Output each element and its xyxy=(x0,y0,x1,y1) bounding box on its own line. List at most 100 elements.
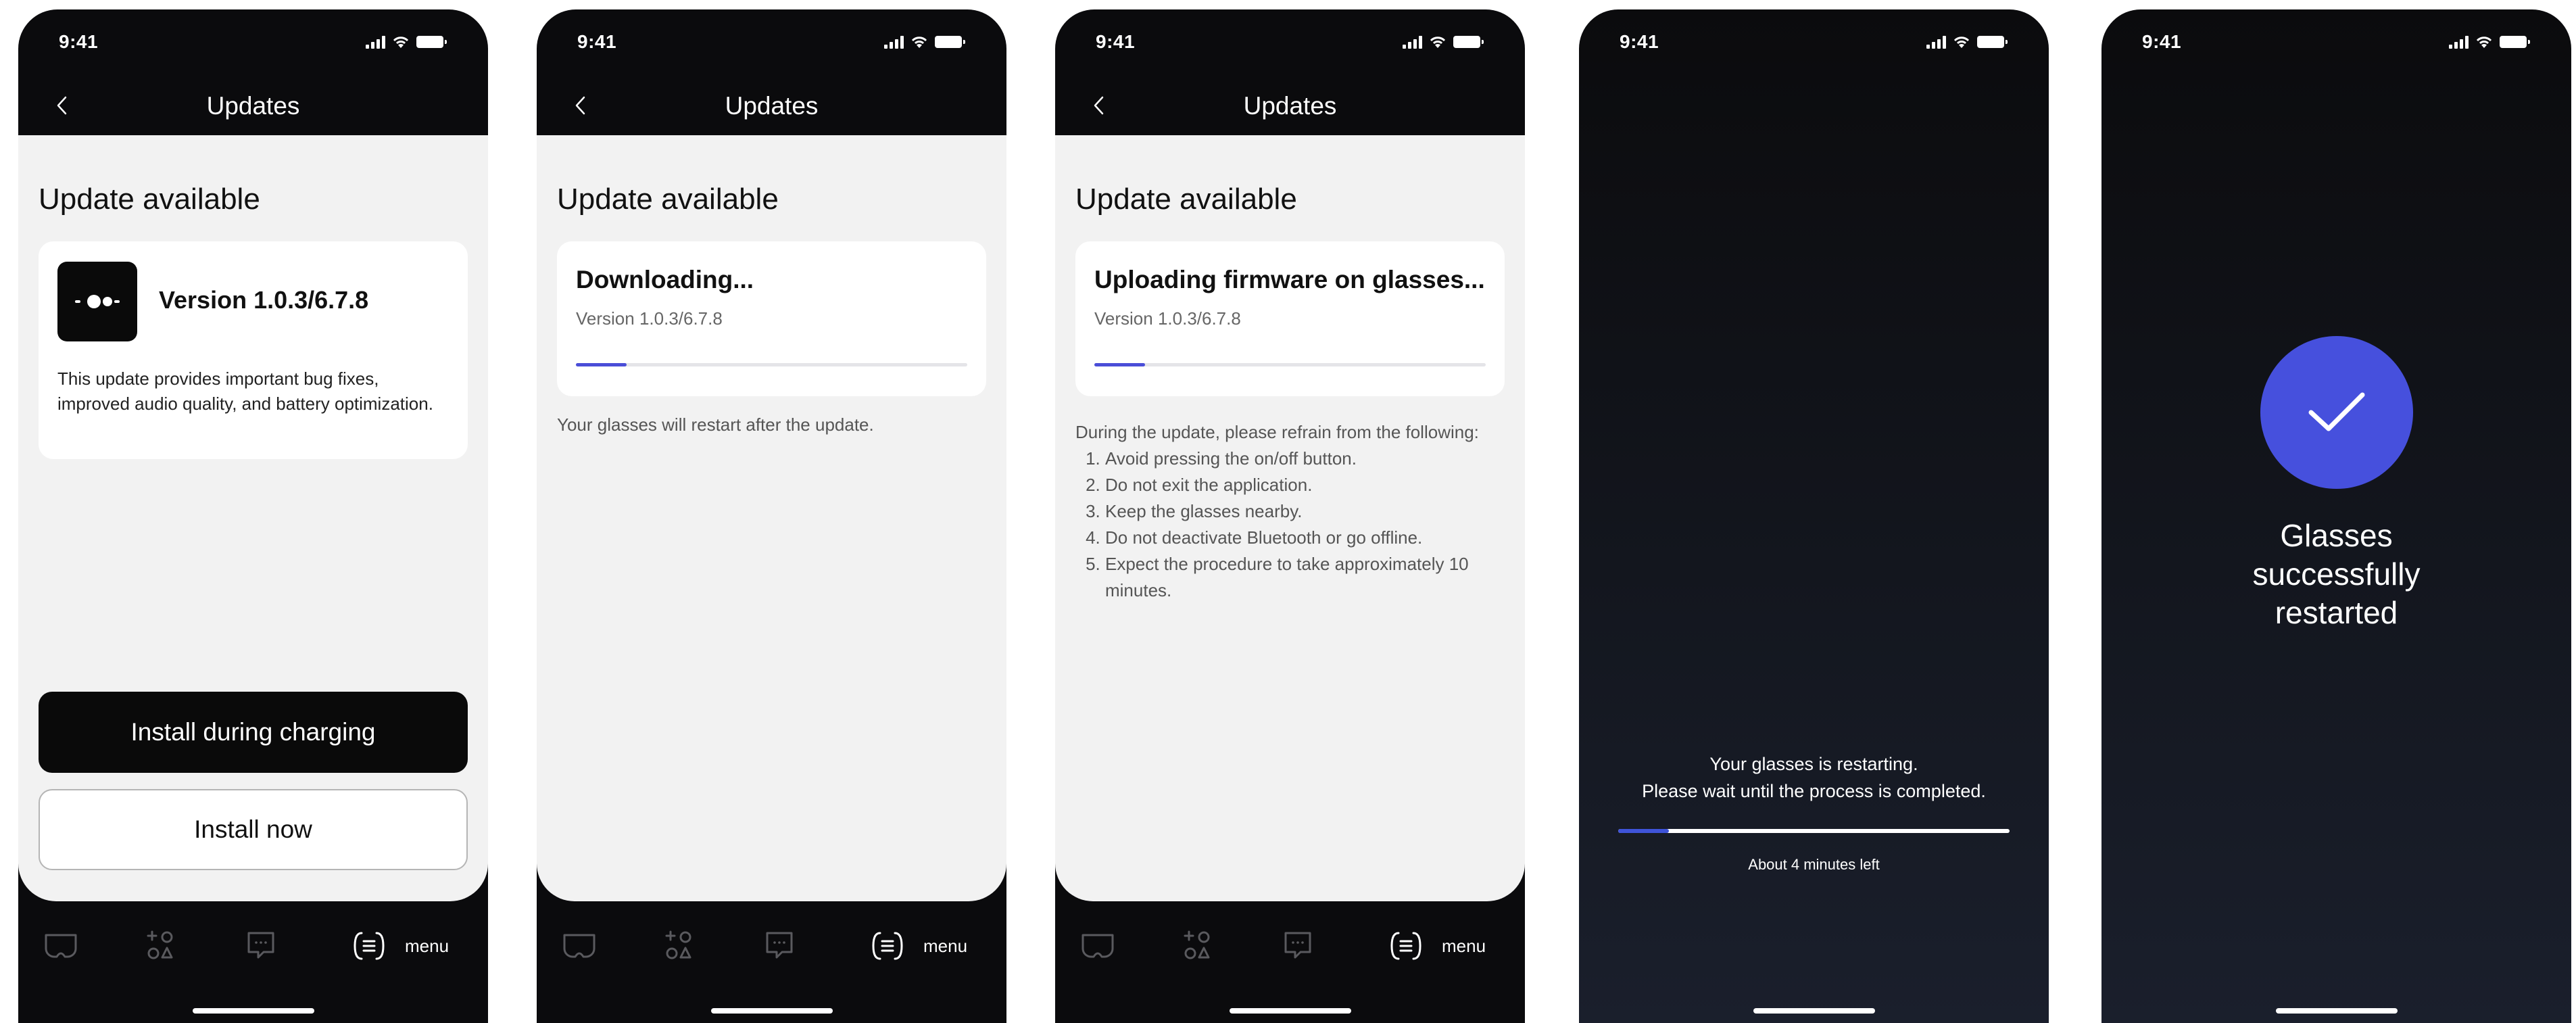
section-title: Update available xyxy=(557,183,779,216)
download-status: Downloading... xyxy=(576,266,754,293)
upload-progress-bar xyxy=(1094,363,1486,366)
list-item: Keep the glasses nearby. xyxy=(1105,498,1505,525)
wifi-icon xyxy=(2476,36,2492,48)
install-now-button[interactable]: Install now xyxy=(39,789,468,870)
version-label: Version 1.0.3/6.7.8 xyxy=(159,286,369,314)
status-time: 9:41 xyxy=(577,30,617,52)
list-item: Expect the procedure to take approximate… xyxy=(1105,551,1505,604)
content-sheet: Update available Downloading... Version … xyxy=(537,135,1006,901)
status-bar: 9:41 xyxy=(18,9,488,74)
restart-note: Your glasses will restart after the upda… xyxy=(557,414,874,435)
menu-icon[interactable] xyxy=(864,922,911,970)
upload-progress-fill xyxy=(1094,363,1146,366)
status-time: 9:41 xyxy=(1620,30,1659,52)
version-label: Version 1.0.3/6.7.8 xyxy=(1094,308,1241,329)
upload-card: Uploading firmware on glasses... Version… xyxy=(1075,241,1505,396)
check-icon xyxy=(2308,392,2365,431)
nav-bar: Updates xyxy=(1055,74,1525,138)
battery-icon xyxy=(935,35,965,48)
time-left-label: About 4 minutes left xyxy=(1748,856,1880,873)
signal-icon xyxy=(366,35,385,49)
install-during-charging-button[interactable]: Install during charging xyxy=(39,692,468,773)
status-icons xyxy=(1403,35,1484,49)
signal-icon xyxy=(884,35,904,49)
upload-status: Uploading firmware on glasses... xyxy=(1094,266,1485,293)
wifi-icon xyxy=(1953,36,1970,48)
warnings-list: Avoid pressing the on/off button. Do not… xyxy=(1075,446,1505,604)
page-title: Updates xyxy=(725,91,819,120)
chat-icon[interactable] xyxy=(756,922,803,970)
glasses-icon[interactable] xyxy=(1074,922,1121,970)
status-bar: 9:41 xyxy=(537,9,1006,74)
menu-icon[interactable] xyxy=(1382,922,1430,970)
chat-icon[interactable] xyxy=(237,922,285,970)
status-bar: 9:41 xyxy=(2101,9,2571,74)
glasses-logo-icon xyxy=(57,262,137,341)
home-indicator xyxy=(1229,1008,1351,1014)
battery-icon xyxy=(2500,35,2530,48)
chevron-left-icon[interactable] xyxy=(1085,89,1112,122)
status-time: 9:41 xyxy=(1096,30,1136,52)
home-indicator xyxy=(710,1008,833,1014)
status-icons xyxy=(2449,35,2530,49)
status-time: 9:41 xyxy=(2142,30,2182,52)
status-bar: 9:41 xyxy=(1055,9,1525,74)
download-card: Downloading... Version 1.0.3/6.7.8 xyxy=(557,241,986,396)
battery-icon xyxy=(1977,35,2008,48)
restart-progress-fill xyxy=(1618,829,1670,833)
battery-icon xyxy=(1453,35,1484,48)
tab-menu-label[interactable]: menu xyxy=(1442,936,1486,957)
warnings-intro: During the update, please refrain from t… xyxy=(1075,422,1479,442)
tab-bar: menu xyxy=(18,909,488,990)
section-title: Update available xyxy=(1075,183,1297,216)
status-icons xyxy=(884,35,965,49)
list-item: Do not exit the application. xyxy=(1105,472,1505,498)
chevron-left-icon[interactable] xyxy=(566,89,593,122)
list-item: Do not deactivate Bluetooth or go offlin… xyxy=(1105,525,1505,551)
phone-screen-uploading: 9:41 Updates Update available Uploading … xyxy=(1055,9,1525,1023)
content-sheet: Update available Uploading firmware on g… xyxy=(1055,135,1525,901)
glasses-icon[interactable] xyxy=(556,922,603,970)
chat-icon[interactable] xyxy=(1274,922,1321,970)
connect-icon[interactable] xyxy=(1174,922,1221,970)
restart-progress-bar xyxy=(1618,829,2010,833)
nav-bar: Updates xyxy=(18,74,488,138)
battery-icon xyxy=(416,35,447,48)
page-title: Updates xyxy=(206,91,300,120)
connect-icon[interactable] xyxy=(656,922,703,970)
success-message: Glasses successfully restarted xyxy=(2252,518,2421,630)
update-description: This update provides important bug fixes… xyxy=(57,368,433,414)
wifi-icon xyxy=(393,36,409,48)
glasses-icon[interactable] xyxy=(37,922,84,970)
list-item: Avoid pressing the on/off button. xyxy=(1105,446,1505,472)
restart-line-1: Your glasses is restarting. xyxy=(1709,754,1918,774)
tab-menu-label[interactable]: menu xyxy=(405,936,449,957)
phone-screen-restarting: 9:41 Your glasses is restarting. Please … xyxy=(1579,9,2049,1023)
connect-icon[interactable] xyxy=(137,922,185,970)
home-indicator xyxy=(192,1008,314,1014)
update-card: Version 1.0.3/6.7.8 This update provides… xyxy=(39,241,468,459)
tab-menu-label[interactable]: menu xyxy=(923,936,967,957)
signal-icon xyxy=(1926,35,1946,49)
chevron-left-icon[interactable] xyxy=(48,89,75,122)
update-warnings: During the update, please refrain from t… xyxy=(1075,419,1505,604)
tab-bar: menu xyxy=(1055,909,1525,990)
status-bar: 9:41 xyxy=(1579,9,2049,74)
wifi-icon xyxy=(1430,36,1446,48)
section-title: Update available xyxy=(39,183,260,216)
version-label: Version 1.0.3/6.7.8 xyxy=(576,308,723,329)
home-indicator xyxy=(2275,1008,2398,1014)
home-indicator xyxy=(1753,1008,1875,1014)
phone-screen-update-available: 9:41 Updates Update available Version 1.… xyxy=(18,9,488,1023)
phone-screen-success: 9:41 Glasses successfully restarted xyxy=(2101,9,2571,1023)
menu-icon[interactable] xyxy=(345,922,393,970)
download-progress-bar xyxy=(576,363,967,366)
status-icons xyxy=(366,35,447,49)
page-title: Updates xyxy=(1243,91,1337,120)
success-badge xyxy=(2260,336,2413,489)
status-time: 9:41 xyxy=(59,30,99,52)
wifi-icon xyxy=(911,36,927,48)
phone-screen-downloading: 9:41 Updates Update available Downloadin… xyxy=(537,9,1006,1023)
tab-bar: menu xyxy=(537,909,1006,990)
signal-icon xyxy=(1403,35,1422,49)
